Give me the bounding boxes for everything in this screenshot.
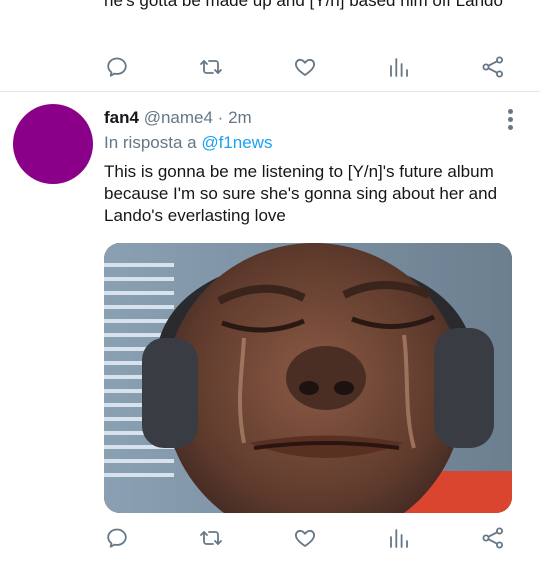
comment-icon [107,528,127,548]
previous-tweet-text: he's gotta be made up and [Y/n] based hi… [104,0,503,10]
retweet-button[interactable] [196,523,226,553]
analytics-icon [390,529,408,548]
analytics-icon [390,58,408,77]
heart-icon [294,529,316,547]
reply-mention-link[interactable]: @f1news [201,133,272,152]
comment-icon [107,57,127,77]
more-options-button[interactable] [500,106,520,132]
share-button[interactable] [478,52,508,82]
tweet-actions [0,523,540,553]
share-icon [482,56,503,78]
more-dot [507,116,513,122]
previous-tweet-actions [0,52,540,82]
like-button[interactable] [290,523,320,553]
share-button[interactable] [478,523,508,553]
retweet-icon [200,60,222,74]
like-button[interactable] [290,52,320,82]
display-name[interactable]: fan4 [104,108,139,127]
reply-button[interactable] [102,523,132,553]
media-illustration [104,243,512,513]
more-dot [507,124,513,130]
tweet-text: This is gonna be me listening to [Y/n]'s… [104,162,498,225]
user-handle[interactable]: @name4 [144,108,213,127]
analytics-button[interactable] [384,52,414,82]
reply-button[interactable] [102,52,132,82]
retweet-button[interactable] [196,52,226,82]
tweet-header: fan4 @name4 · 2m [104,107,252,129]
retweet-icon [200,531,222,545]
analytics-button[interactable] [384,523,414,553]
more-vertical-icon [507,108,513,114]
reply-context: In risposta a @f1news [104,132,272,154]
avatar[interactable] [13,104,93,184]
tweet-time: 2m [228,108,252,127]
share-icon [482,527,503,549]
reply-prefix: In risposta a [104,133,202,152]
tweet-media-image[interactable] [104,243,512,513]
heart-icon [294,58,316,76]
tweet-divider [0,91,540,92]
header-separator: · [212,108,229,127]
